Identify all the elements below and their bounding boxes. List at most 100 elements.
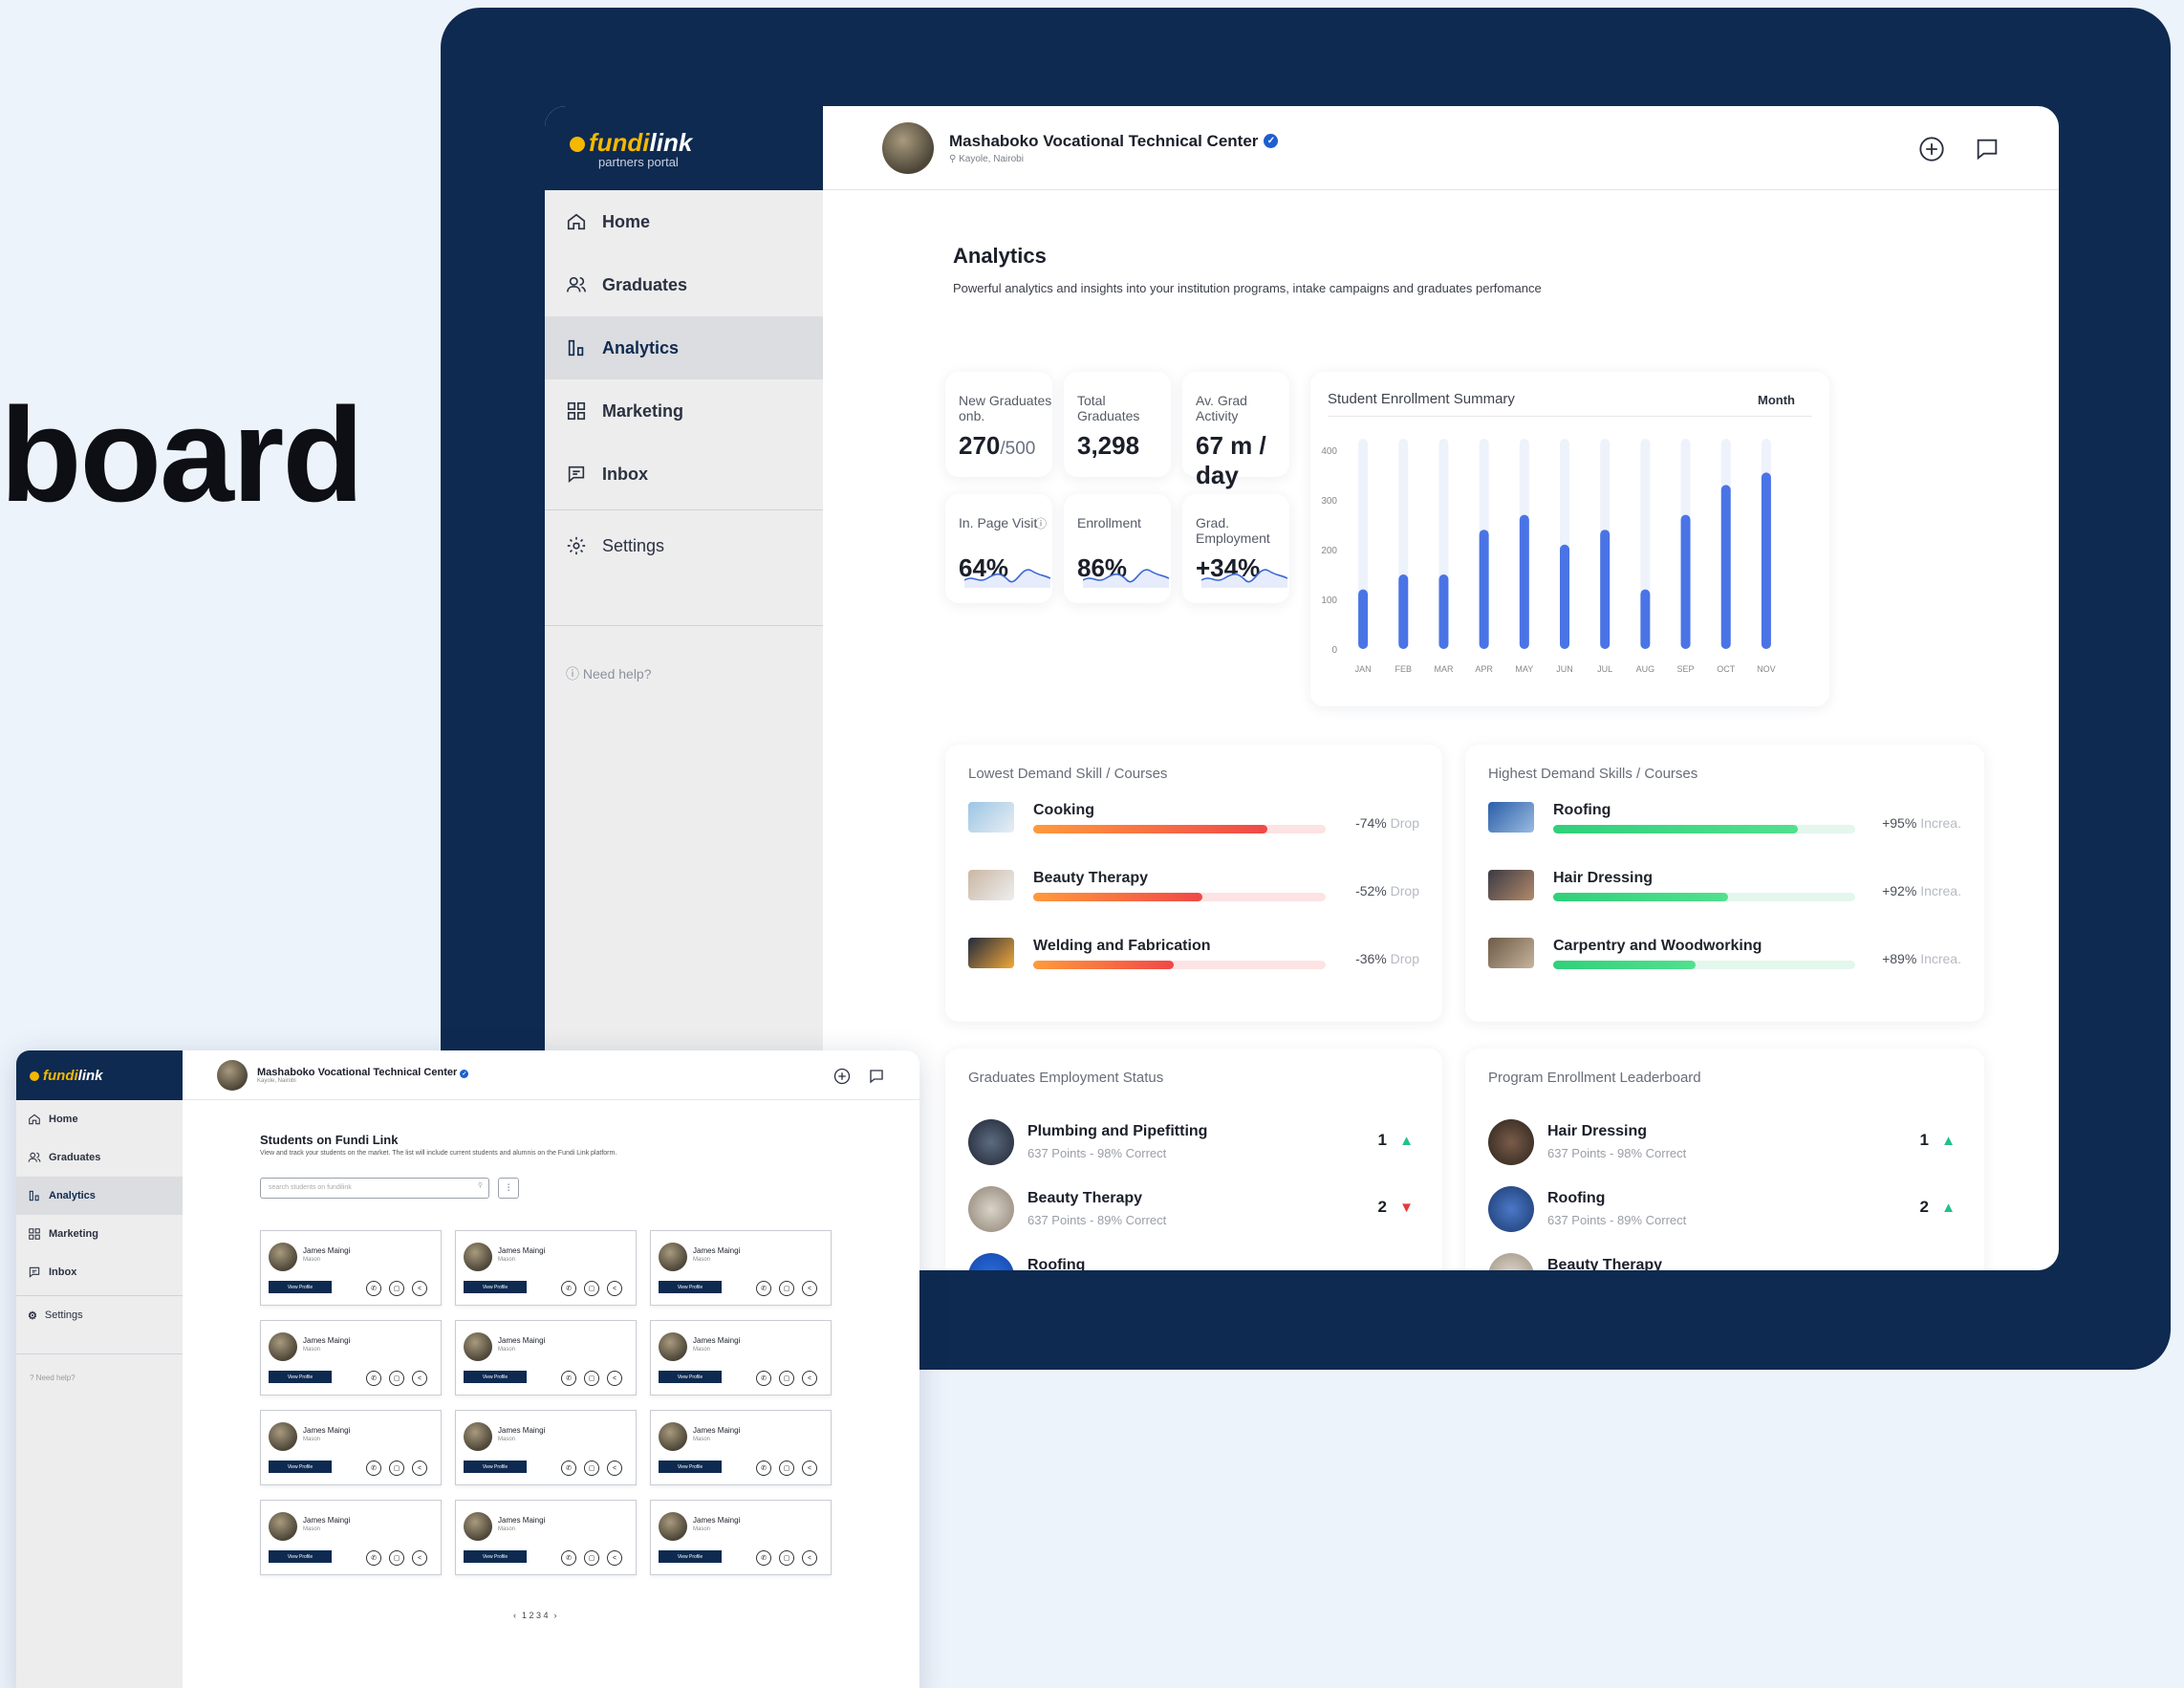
share-icon[interactable]: < [607,1461,622,1476]
sidebar-item-marketing[interactable]: Marketing [545,379,823,443]
share-icon[interactable]: < [802,1461,817,1476]
sidebar-item-marketing[interactable]: Marketing [16,1215,183,1253]
chat-icon[interactable]: ▢ [584,1371,599,1386]
add-icon[interactable] [833,1068,851,1090]
sidebar-item-analytics[interactable]: Analytics [16,1177,183,1215]
demand-row[interactable]: Beauty Therapy -52% Drop [968,870,1419,914]
filter-button[interactable]: ⫶ [498,1178,519,1199]
bar-oct[interactable] [1720,485,1731,649]
bar-aug[interactable] [1640,589,1651,649]
demand-row[interactable]: Hair Dressing +92% Increa. [1488,870,1961,914]
view-profile-button[interactable]: View Profile [464,1461,527,1473]
bar-nov[interactable] [1761,472,1771,649]
view-profile-button[interactable]: View Profile [464,1550,527,1563]
sidebar-item-inbox[interactable]: Inbox [545,443,823,506]
help-link[interactable]: ⓘ Need help? [545,630,823,683]
view-profile-button[interactable]: View Profile [269,1550,332,1563]
brand-logo[interactable]: fundilink partners portal [570,128,692,169]
phone-icon[interactable]: ✆ [366,1281,381,1296]
phone-icon[interactable]: ✆ [756,1461,771,1476]
add-icon[interactable] [1917,135,1946,163]
info-icon[interactable]: ⓘ [1035,515,1047,531]
bar-may[interactable] [1519,514,1529,649]
sidebar-item-settings[interactable]: ⚙ Settings [16,1296,183,1334]
phone-icon[interactable]: ✆ [366,1371,381,1386]
chat-icon[interactable]: ▢ [584,1550,599,1566]
share-icon[interactable]: < [412,1281,427,1296]
prev-page-button[interactable]: ‹ [513,1611,516,1620]
leaderboard-row[interactable]: Roofing [968,1253,1419,1270]
share-icon[interactable]: < [412,1550,427,1566]
chat-icon[interactable]: ▢ [389,1281,404,1296]
share-icon[interactable]: < [802,1550,817,1566]
view-profile-button[interactable]: View Profile [269,1371,332,1383]
bar-jan[interactable] [1358,589,1369,649]
sidebar-item-graduates[interactable]: Graduates [545,253,823,316]
chat-icon[interactable]: ▢ [389,1461,404,1476]
bar-feb[interactable] [1398,574,1409,649]
bar-sep[interactable] [1680,514,1691,649]
chat-icon[interactable] [1973,135,2001,163]
chat-icon[interactable]: ▢ [779,1371,794,1386]
bar-jul[interactable] [1600,530,1611,649]
chat-icon[interactable]: ▢ [389,1550,404,1566]
share-icon[interactable]: < [607,1371,622,1386]
phone-icon[interactable]: ✆ [561,1550,576,1566]
leaderboard-row[interactable]: Beauty Therapy [1488,1253,1961,1270]
sidebar-item-analytics[interactable]: Analytics [545,316,823,379]
share-icon[interactable]: < [412,1371,427,1386]
search-input[interactable]: search students on fundilink ⚲ [260,1178,489,1199]
sidebar-item-graduates[interactable]: Graduates [16,1138,183,1177]
share-icon[interactable]: < [802,1281,817,1296]
next-page-button[interactable]: › [554,1611,557,1620]
leaderboard-row[interactable]: Roofing 637 Points - 89% Correct 2 ▲ [1488,1186,1961,1244]
view-profile-button[interactable]: View Profile [659,1371,722,1383]
phone-icon[interactable]: ✆ [756,1281,771,1296]
phone-icon[interactable]: ✆ [561,1461,576,1476]
view-profile-button[interactable]: View Profile [659,1281,722,1293]
share-icon[interactable]: < [802,1371,817,1386]
chat-icon[interactable]: ▢ [779,1550,794,1566]
phone-icon[interactable]: ✆ [756,1550,771,1566]
sidebar-item-inbox[interactable]: Inbox [16,1253,183,1291]
leaderboard-row[interactable]: Plumbing and Pipefitting 637 Points - 98%… [968,1119,1419,1177]
enrollment-bar-chart: 400 300 200 100 0 JAN FEB MAR APR MAY JUN JUL AUG SEP… [1321,439,1776,674]
chat-icon[interactable]: ▢ [584,1281,599,1296]
view-profile-button[interactable]: View Profile [464,1281,527,1293]
share-icon[interactable]: < [607,1550,622,1566]
phone-icon[interactable]: ✆ [561,1281,576,1296]
leaderboard-row[interactable]: Hair Dressing 637 Points - 98% Correct 1 ▲ [1488,1119,1961,1177]
phone-icon[interactable]: ✆ [561,1371,576,1386]
help-link[interactable]: ? Need help? [16,1354,183,1382]
chat-icon[interactable] [868,1068,885,1090]
brand-logo-small[interactable]: fundilink [30,1068,103,1084]
bar-jun[interactable] [1560,544,1569,649]
share-icon[interactable]: < [607,1281,622,1296]
view-profile-button[interactable]: View Profile [269,1461,332,1473]
demand-row[interactable]: Welding and Fabrication -36% Drop [968,938,1419,982]
demand-row[interactable]: Carpentry and Woodworking +89% Increa. [1488,938,1961,982]
view-profile-button[interactable]: View Profile [464,1371,527,1383]
bar-mar[interactable] [1438,574,1449,649]
chat-icon[interactable]: ▢ [779,1461,794,1476]
phone-icon[interactable]: ✆ [756,1371,771,1386]
sidebar-item-home[interactable]: Home [16,1100,183,1138]
demand-row[interactable]: Roofing +95% Increa. [1488,802,1961,846]
phone-icon[interactable]: ✆ [366,1461,381,1476]
leaderboard-row[interactable]: Beauty Therapy 637 Points - 89% Correct 2 ▼ [968,1186,1419,1244]
sidebar-item-settings[interactable]: Settings [545,514,823,577]
chat-icon[interactable]: ▢ [779,1281,794,1296]
bar-apr[interactable] [1479,530,1489,649]
page-numbers[interactable]: 1 2 3 4 [522,1611,549,1620]
course-avatar [968,1186,1014,1232]
chat-icon[interactable]: ▢ [584,1461,599,1476]
section-title: Highest Demand Skills / Courses [1488,766,1698,782]
view-profile-button[interactable]: View Profile [659,1550,722,1563]
chat-icon[interactable]: ▢ [389,1371,404,1386]
share-icon[interactable]: < [412,1461,427,1476]
view-profile-button[interactable]: View Profile [659,1461,722,1473]
view-profile-button[interactable]: View Profile [269,1281,332,1293]
phone-icon[interactable]: ✆ [366,1550,381,1566]
sidebar-item-home[interactable]: Home [545,190,823,253]
demand-row[interactable]: Cooking -74% Drop [968,802,1419,846]
